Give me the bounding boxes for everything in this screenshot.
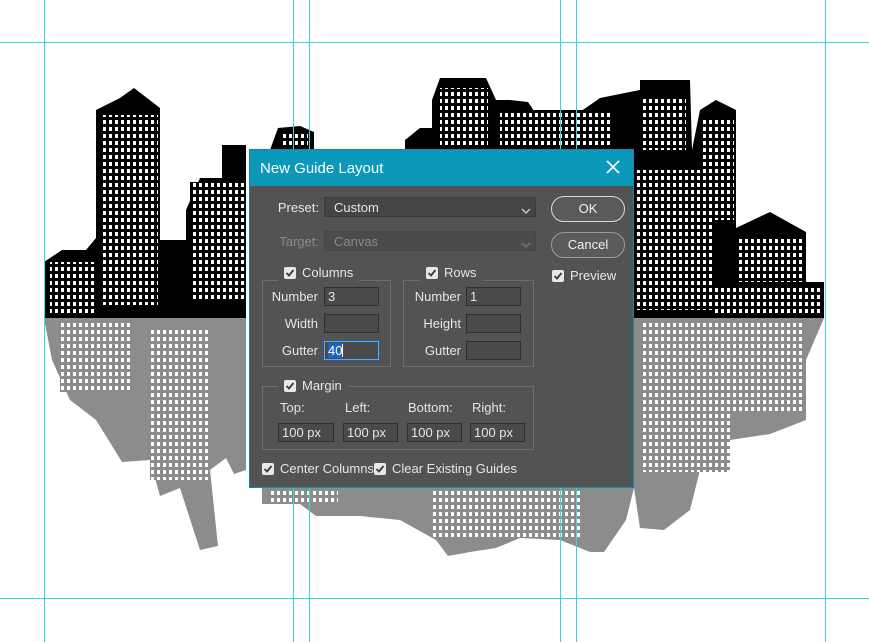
dialog-titlebar[interactable]: New Guide Layout bbox=[250, 150, 633, 186]
rows-gutter-field[interactable] bbox=[466, 341, 521, 360]
rows-gutter-label: Gutter bbox=[424, 343, 461, 358]
dialog-title: New Guide Layout bbox=[260, 160, 384, 177]
chevron-down-icon bbox=[521, 237, 531, 252]
target-value: Canvas bbox=[334, 234, 379, 249]
rows-number-field[interactable]: 1 bbox=[466, 287, 521, 306]
rows-toggle[interactable]: Rows bbox=[420, 265, 483, 281]
center-columns-checkbox[interactable] bbox=[262, 463, 274, 475]
clear-guides-label: Clear Existing Guides bbox=[392, 461, 517, 476]
target-label: Target: bbox=[279, 234, 319, 249]
columns-checkbox[interactable] bbox=[284, 267, 296, 279]
cancel-button[interactable]: Cancel bbox=[551, 232, 625, 258]
center-columns-label: Center Columns bbox=[280, 461, 374, 476]
margin-left-field[interactable]: 100 px bbox=[343, 423, 398, 442]
text-caret bbox=[342, 344, 344, 357]
margin-right-label: Right: bbox=[472, 400, 506, 415]
columns-width-label: Width bbox=[284, 316, 318, 331]
center-columns-toggle[interactable]: Center Columns bbox=[262, 461, 374, 476]
guide-vertical bbox=[825, 0, 826, 642]
preview-toggle[interactable]: Preview bbox=[552, 268, 616, 283]
rows-checkbox[interactable] bbox=[426, 267, 438, 279]
new-guide-layout-dialog: New Guide Layout Preset: Custom Target: … bbox=[249, 149, 634, 488]
preset-value: Custom bbox=[334, 200, 379, 215]
margin-bottom-label: Bottom: bbox=[408, 400, 453, 415]
columns-width-field[interactable] bbox=[324, 314, 379, 333]
columns-label: Columns bbox=[302, 265, 354, 280]
ok-button[interactable]: OK bbox=[551, 196, 625, 222]
margin-top-field[interactable]: 100 px bbox=[278, 423, 334, 442]
guide-horizontal bbox=[0, 598, 869, 599]
preview-label: Preview bbox=[570, 268, 617, 283]
clear-guides-toggle[interactable]: Clear Existing Guides bbox=[374, 461, 517, 476]
rows-height-field[interactable] bbox=[466, 314, 521, 333]
guide-vertical bbox=[44, 0, 45, 642]
rows-number-label: Number bbox=[414, 289, 461, 304]
guide-horizontal bbox=[0, 42, 869, 43]
target-select: Canvas bbox=[324, 231, 536, 251]
columns-toggle[interactable]: Columns bbox=[278, 265, 360, 281]
close-icon[interactable] bbox=[603, 157, 623, 177]
margin-top-label: Top: bbox=[280, 400, 305, 415]
columns-gutter-value: 40 bbox=[328, 343, 343, 358]
columns-gutter-label: Gutter bbox=[281, 343, 318, 358]
margin-bottom-field[interactable]: 100 px bbox=[407, 423, 462, 442]
chevron-down-icon bbox=[521, 203, 531, 218]
columns-number-field[interactable]: 3 bbox=[324, 287, 379, 306]
columns-number-label: Number bbox=[271, 289, 318, 304]
preset-label: Preset: bbox=[277, 200, 319, 215]
margin-right-field[interactable]: 100 px bbox=[470, 423, 525, 442]
margin-toggle[interactable]: Margin bbox=[278, 378, 348, 394]
margin-label: Margin bbox=[302, 378, 342, 393]
rows-label: Rows bbox=[444, 265, 477, 280]
rows-height-label: Height bbox=[423, 316, 461, 331]
preset-select[interactable]: Custom bbox=[324, 197, 536, 217]
margin-left-label: Left: bbox=[345, 400, 371, 415]
margin-checkbox[interactable] bbox=[284, 380, 296, 392]
clear-guides-checkbox[interactable] bbox=[374, 463, 386, 475]
preview-checkbox[interactable] bbox=[552, 270, 564, 282]
columns-gutter-field[interactable]: 40 bbox=[324, 341, 379, 360]
